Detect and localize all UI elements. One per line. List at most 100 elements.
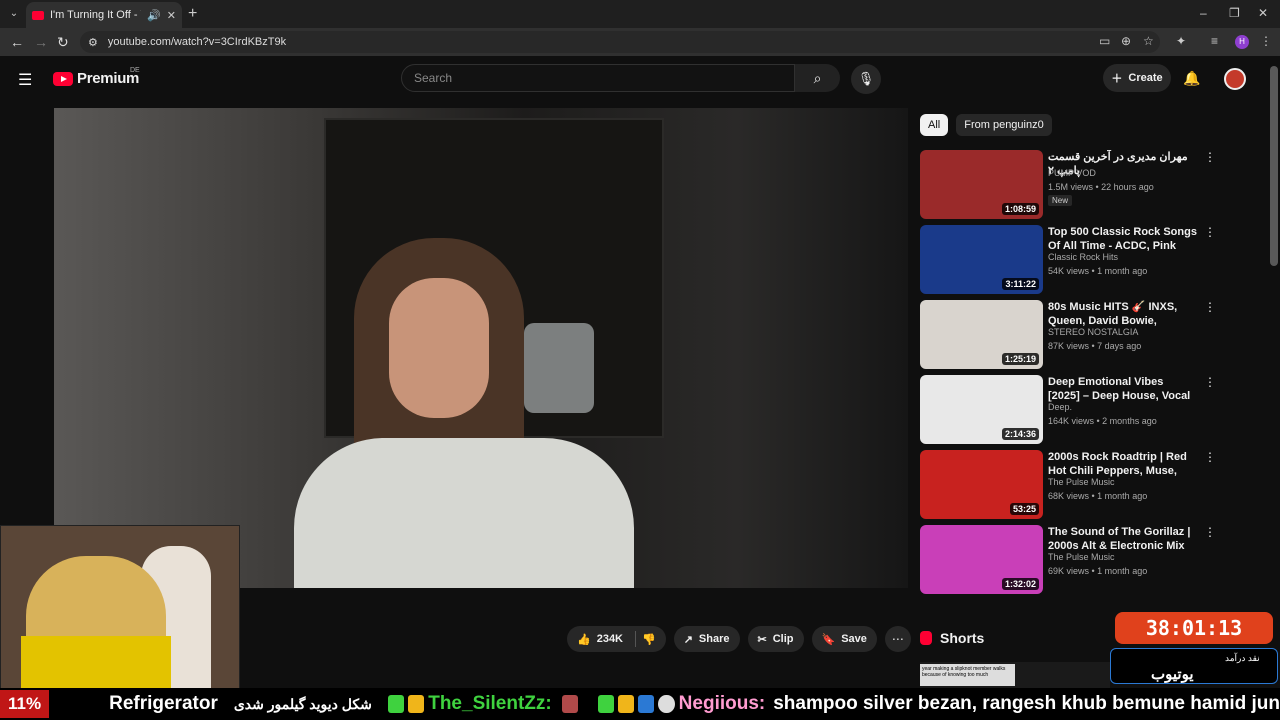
forward-icon[interactable]: → <box>34 34 48 50</box>
search-icon: ⌕ <box>813 70 822 86</box>
chip-all[interactable]: All <box>920 114 949 136</box>
guide-menu-icon[interactable]: ☰ <box>18 70 32 90</box>
video-thumbnail[interactable]: 1:32:02 <box>920 525 1043 594</box>
more-options-icon[interactable]: ⋮ <box>1204 450 1216 464</box>
url-bar[interactable]: ⚙ youtube.com/watch?v=3CIrdKBzT9k <box>80 31 1160 53</box>
clip-button[interactable]: ✂ Clip <box>747 626 804 652</box>
video-duration: 1:08:59 <box>1001 203 1039 215</box>
youtube-play-icon <box>53 71 73 86</box>
browser-tab[interactable]: I'm Turning It Off - YouTube 🔊 ✕ <box>26 2 182 28</box>
cast-icon[interactable]: ▭ <box>1099 34 1110 48</box>
more-options-icon[interactable]: ⋮ <box>1204 150 1216 164</box>
media-control-icon[interactable]: ≡ <box>1211 34 1218 48</box>
browser-tab-bar: ⌄ I'm Turning It Off - YouTube 🔊 ✕ + – ❐… <box>0 0 1280 28</box>
create-label: Create <box>1128 72 1163 84</box>
more-options-icon[interactable]: ⋮ <box>1204 225 1216 239</box>
minimize-icon[interactable]: – <box>1200 6 1207 20</box>
video-thumbnail[interactable]: 3:11:22 <box>920 225 1043 294</box>
channel-name[interactable]: Classic Rock Hits <box>1048 252 1118 262</box>
more-options-icon[interactable]: ⋮ <box>1204 300 1216 314</box>
video-title[interactable]: Top 500 Classic Rock Songs Of All Time -… <box>1048 225 1198 253</box>
video-thumbnail[interactable]: 1:25:19 <box>920 300 1043 369</box>
ticker-item-2: شکل دیوید گیلمور شدی <box>233 695 372 712</box>
reload-icon[interactable]: ↻ <box>57 34 69 51</box>
crown-icon <box>408 695 425 713</box>
thumbs-up-icon: 👍 <box>577 633 591 646</box>
bookmark-star-icon[interactable]: ☆ <box>1143 34 1154 48</box>
zoom-icon[interactable]: ⊕ <box>1121 34 1131 48</box>
crown-icon <box>618 695 635 713</box>
video-meta: 54K views • 1 month ago <box>1048 266 1148 276</box>
youtube-logo[interactable]: Premium DE <box>53 67 140 87</box>
create-button[interactable]: ＋ Create <box>1103 64 1171 92</box>
channel-name[interactable]: The Pulse Music <box>1048 552 1115 562</box>
youtube-favicon-icon <box>32 10 44 20</box>
recommendation-item[interactable]: 2:14:36 Deep Emotional Vibes [2025] – Dee… <box>920 375 1260 445</box>
notifications-bell-icon[interactable]: 🔔 <box>1183 70 1200 87</box>
new-tab-button[interactable]: + <box>188 5 197 23</box>
recommendation-item[interactable]: 3:11:22 Top 500 Classic Rock Songs Of All… <box>920 225 1260 295</box>
recommendation-item[interactable]: 53:25 2000s Rock Roadtrip | Red Hot Chili… <box>920 450 1260 520</box>
shorts-header: Shorts <box>920 630 984 646</box>
browser-profile-avatar[interactable]: H <box>1235 35 1249 49</box>
video-title[interactable]: 2000s Rock Roadtrip | Red Hot Chili Pepp… <box>1048 450 1198 478</box>
video-meta: 1.5M views • 22 hours ago <box>1048 182 1154 192</box>
chat-username-1: The_SilentZz: <box>428 693 552 714</box>
video-thumbnail[interactable]: 2:14:36 <box>920 375 1043 444</box>
site-info-icon[interactable]: ⚙ <box>88 36 98 49</box>
short-thumbnail[interactable]: year making a slipknot member walks beca… <box>920 664 1015 686</box>
close-tab-icon[interactable]: ✕ <box>167 9 176 22</box>
extensions-icon[interactable]: ✦ <box>1176 34 1186 48</box>
video-duration: 1:25:19 <box>1001 353 1039 365</box>
browser-menu-icon[interactable]: ⋮ <box>1260 34 1272 48</box>
channel-name[interactable]: The Pulse Music <box>1048 477 1115 487</box>
skull-icon <box>658 695 675 713</box>
save-button[interactable]: 🔖 Save <box>811 626 877 652</box>
video-duration: 1:32:02 <box>1001 578 1039 590</box>
thumbs-down-icon[interactable]: 👎 <box>642 633 656 646</box>
address-toolbar: ← → ↻ ⚙ youtube.com/watch?v=3CIrdKBzT9k … <box>0 28 1280 56</box>
back-icon[interactable]: ← <box>10 34 24 50</box>
recommendation-item[interactable]: 1:08:59 مهران مدیری در آخرین قسمت پامپ ۲P… <box>920 150 1260 220</box>
voice-search-button[interactable]: 🎙 <box>851 64 881 94</box>
video-title[interactable]: The Sound of The Gorillaz | 2000s Alt & … <box>1048 525 1198 553</box>
video-meta: 69K views • 1 month ago <box>1048 566 1148 576</box>
share-button[interactable]: ↗ Share <box>673 626 740 652</box>
emote-icon <box>561 695 578 713</box>
more-options-icon[interactable]: ⋮ <box>1204 525 1216 539</box>
new-badge: New <box>1048 195 1073 206</box>
video-thumbnail[interactable]: 53:25 <box>920 450 1043 519</box>
clip-label: Clip <box>772 633 794 645</box>
page-scrollbar[interactable] <box>1270 66 1278 266</box>
more-actions-button[interactable]: ⋯ <box>884 626 911 652</box>
restore-icon[interactable]: ❐ <box>1229 6 1240 20</box>
shorts-shelf[interactable]: year making a slipknot member walks beca… <box>920 662 1110 688</box>
close-window-icon[interactable]: ✕ <box>1258 6 1268 20</box>
tab-search-icon[interactable]: ⌄ <box>6 6 22 22</box>
sub-badge-icon <box>638 695 655 713</box>
channel-name[interactable]: Deep. <box>1048 402 1072 412</box>
recommendation-item[interactable]: 1:25:19 80s Music HITS 🎸 INXS, Queen, Dav… <box>920 300 1260 370</box>
donation-small-text: نقد درآمد <box>1225 653 1260 663</box>
video-player[interactable] <box>54 108 908 588</box>
account-avatar[interactable] <box>1224 68 1246 90</box>
stream-timer: 38:01:13 <box>1115 612 1273 644</box>
plus-icon: ＋ <box>1111 73 1123 85</box>
channel-name[interactable]: PUMP VOD <box>1048 168 1096 178</box>
video-title[interactable]: Deep Emotional Vibes [2025] – Deep House… <box>1048 375 1198 403</box>
audio-playing-icon[interactable]: 🔊 <box>147 9 161 22</box>
video-title[interactable]: 80s Music HITS 🎸 INXS, Queen, David Bowi… <box>1048 300 1198 328</box>
tab-title: I'm Turning It Off - YouTube <box>50 9 141 21</box>
video-meta: 68K views • 1 month ago <box>1048 491 1148 501</box>
channel-name[interactable]: STEREO NOSTALGIA <box>1048 327 1138 337</box>
search-button[interactable]: ⌕ <box>795 64 840 92</box>
search-input[interactable]: Search <box>401 64 795 92</box>
bookmark-icon: 🔖 <box>821 633 836 646</box>
video-duration: 3:11:22 <box>1002 278 1039 290</box>
chip-from-channel[interactable]: From penguinz0 <box>956 114 1052 136</box>
video-thumbnail[interactable]: 1:08:59 <box>920 150 1043 219</box>
url-text: youtube.com/watch?v=3CIrdKBzT9k <box>107 36 287 48</box>
more-options-icon[interactable]: ⋮ <box>1204 375 1216 389</box>
recommendation-item[interactable]: 1:32:02 The Sound of The Gorillaz | 2000s… <box>920 525 1260 595</box>
like-button[interactable]: 👍 234K 👎 <box>567 626 666 652</box>
